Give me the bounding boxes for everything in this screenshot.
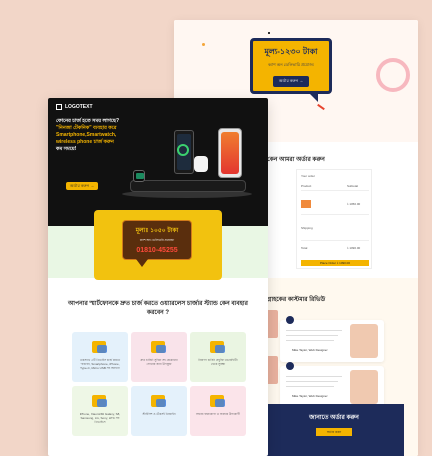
feature-tile: দ্রুত চার্জিং সুবিধা সহ যেকোনো ফোনের জন্…	[131, 332, 187, 382]
feature-icon	[156, 399, 166, 407]
feature-icon	[215, 399, 225, 407]
decor-star	[268, 32, 270, 34]
order-cta-panel: জানাতে অর্ডার করুন অর্ডার করুন	[264, 404, 404, 456]
price-badge-order-button[interactable]: অর্ডার করুন →	[272, 76, 310, 87]
logo-text: LOGOTEXT	[65, 104, 93, 110]
feature-text: স্টাইলিশ ও টেকসই ডিজাইন	[142, 412, 176, 416]
feature-tile: স্টাইলিশ ও টেকসই ডিজাইন	[131, 386, 187, 436]
hero-line: ফোনের চার্জ হতে সময় লাগছে?	[56, 118, 120, 124]
watch-screen	[136, 173, 144, 179]
earbuds-image	[194, 156, 208, 172]
decor-spark	[317, 103, 325, 111]
feature-text: iPhone, Xiaomi/Mi Galaxy, S8, Samsung, L…	[79, 412, 121, 424]
feature-tile: একসাথে ৩টি ডিভাইস চার্জ করতে পারবেন, Sma…	[72, 332, 128, 382]
feature-icon	[215, 345, 225, 353]
review-text-line	[286, 376, 342, 377]
hero-line: wireless phone চার্জ করুন	[56, 139, 114, 145]
logo[interactable]: LOGOTEXT	[56, 104, 93, 110]
feature-text: সহজে বহনযোগ্য ও ব্যবহার উপযোগী	[196, 412, 240, 416]
order-total-label: Total	[301, 246, 308, 250]
hero-headline: ফোনের চার্জ হতে সময় লাগছে? "নিনজা টেকনি…	[56, 118, 136, 153]
quote-icon	[286, 362, 294, 370]
smartwatch-image	[133, 170, 145, 182]
logo-icon	[56, 104, 62, 110]
price-text: মূল্যঃ ১০৫০ টাকা	[135, 228, 179, 234]
hero-banner: LOGOTEXT ফোনের চার্জ হতে সময় লাগছে? "নি…	[48, 98, 268, 226]
review-text-line	[286, 340, 334, 341]
feature-icon	[97, 399, 107, 407]
order-total-value: ৳ 1090.00	[347, 246, 361, 250]
price-note: ক্যাশ অন ডেলিভারি প্রযোজ্য	[139, 238, 175, 242]
avatar	[350, 324, 378, 358]
avatar	[350, 370, 378, 404]
review-card: Mike Taylor, Web Designer	[280, 316, 384, 362]
price-speech-bubble: মূল্যঃ ১০৫০ টাকা ক্যাশ অন ডেলিভারি প্রযো…	[122, 220, 192, 260]
order-shipping-label: Shipping	[301, 226, 313, 230]
price-badge: মূল্য-১২৩০ টাকা ক্যাশ অন ডেলিভারি প্রযোজ…	[250, 38, 332, 94]
decor-dot	[202, 43, 205, 46]
quote-icon	[286, 316, 294, 324]
order-subtotal-value: ৳ 1050.00	[347, 202, 361, 206]
speech-tail	[136, 259, 148, 267]
charging-ring-icon	[177, 144, 189, 156]
review-text-line	[286, 386, 334, 387]
phone-number[interactable]: 01810-45255	[123, 247, 191, 254]
feature-text: নিরাপদ চার্জিং প্রযুক্তি ওভারহিটিং থেকে …	[198, 358, 238, 366]
review-card: Mike Taylor, Web Designer	[280, 362, 384, 408]
place-order-button[interactable]: Place Order ৳ 1090.00	[301, 260, 369, 266]
phone-light-image	[218, 128, 242, 178]
hero-line: Smartphone,Smartwatch,	[56, 132, 117, 138]
review-text-line	[286, 330, 342, 331]
order-summary: Your order Product Subtotal ৳ 1050.00 Sh…	[296, 169, 372, 269]
hero-order-button[interactable]: অর্ডার করুন →	[66, 182, 98, 190]
order-heading: Your order	[301, 174, 315, 178]
reviewer-name: Mike Taylor, Web Designer	[292, 394, 328, 398]
reviewer-name: Mike Taylor, Web Designer	[292, 348, 328, 352]
phone-screen	[221, 132, 239, 174]
price-badge-subtitle: ক্যাশ অন ডেলিভারি প্রযোজ্য	[268, 62, 314, 67]
hero-line: "নিনজা টেকনিক" ব্যবহার করে	[56, 125, 117, 131]
charging-dock-image	[130, 180, 246, 192]
feature-icon	[156, 345, 166, 353]
divider	[301, 214, 369, 215]
divider	[301, 240, 369, 241]
divider	[301, 190, 369, 191]
feature-tile: iPhone, Xiaomi/Mi Galaxy, S8, Samsung, L…	[72, 386, 128, 436]
section-question: আপনার স্মার্টফোনকে দ্রুত চার্জ করতে ওয়্…	[68, 301, 248, 316]
hero-line: কম সময়ে!	[56, 146, 77, 152]
order-col-subtotal: Subtotal	[347, 184, 359, 188]
review-text-line	[286, 335, 338, 336]
front-landing-page: LOGOTEXT ফোনের চার্জ হতে সময় লাগছে? "নি…	[48, 98, 268, 456]
badge-tail	[308, 92, 318, 102]
price-badge-title: মূল্য-১২৩০ টাকা	[264, 47, 318, 56]
cta-order-button[interactable]: অর্ডার করুন	[316, 428, 352, 436]
feature-icon	[97, 345, 107, 353]
product-thumbnail	[301, 200, 311, 208]
feature-tile: সহজে বহনযোগ্য ও ব্যবহার উপযোগী	[190, 386, 246, 436]
price-card: মূল্যঃ ১০৫০ টাকা ক্যাশ অন ডেলিভারি প্রযো…	[94, 210, 222, 280]
feature-text: একসাথে ৩টি ডিভাইস চার্জ করতে পারবেন, Sma…	[79, 358, 121, 370]
order-col-product: Product	[301, 184, 312, 188]
review-text-line	[286, 381, 338, 382]
decor-ring	[376, 58, 410, 92]
feature-text: দ্রুত চার্জিং সুবিধা সহ যেকোনো ফোনের জন্…	[140, 358, 178, 366]
feature-tile: নিরাপদ চার্জিং প্রযুক্তি ওভারহিটিং থেকে …	[190, 332, 246, 382]
cta-title: জানাতে অর্ডার করুন	[309, 415, 359, 421]
